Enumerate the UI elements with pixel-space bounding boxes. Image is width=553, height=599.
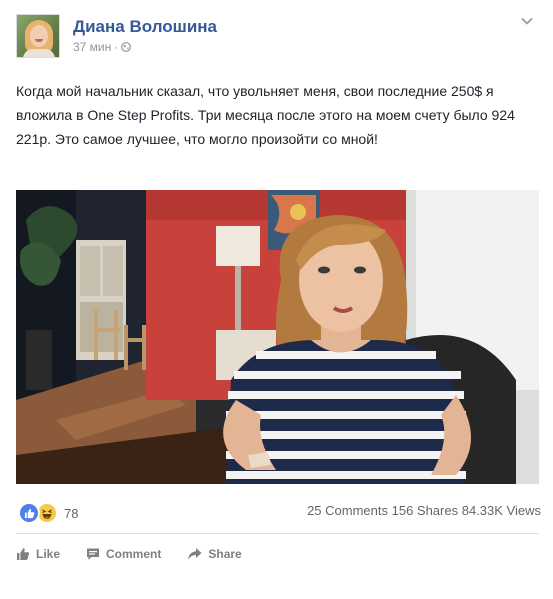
video-frame-illustration xyxy=(16,190,539,484)
views-count: 84.33K Views xyxy=(461,503,541,518)
thumbs-up-icon xyxy=(17,548,30,560)
comment-label: Comment xyxy=(106,547,162,561)
engagement-counts: 25 Comments 156 Shares 84.33K Views xyxy=(307,503,541,518)
post-video[interactable] xyxy=(16,190,539,484)
reactions-summary[interactable]: 78 xyxy=(18,502,78,524)
like-reaction-icon xyxy=(18,502,40,524)
speech-bubble-icon xyxy=(87,548,100,560)
post-meta: 37 мин · xyxy=(73,40,132,54)
globe-icon[interactable] xyxy=(121,42,132,52)
like-button[interactable]: Like xyxy=(16,547,60,561)
like-label: Like xyxy=(36,547,61,561)
share-arrow-icon xyxy=(188,548,202,560)
divider xyxy=(16,533,539,534)
shares-count[interactable]: 156 Shares xyxy=(392,503,459,518)
chevron-down-icon[interactable] xyxy=(521,17,533,25)
reactions-count[interactable]: 78 xyxy=(64,506,78,521)
post-time[interactable]: 37 мин xyxy=(73,40,111,54)
meta-separator: · xyxy=(114,40,119,54)
share-button[interactable]: Share xyxy=(187,547,242,561)
comment-button[interactable]: Comment xyxy=(86,547,161,561)
avatar[interactable] xyxy=(16,14,60,58)
post-actions: Like Comment Share xyxy=(16,542,539,566)
post-text: Когда мой начальник сказал, что увольняе… xyxy=(16,83,515,147)
post-stats: 78 25 Comments 156 Shares 84.33K Views xyxy=(16,500,541,524)
share-label: Share xyxy=(208,547,242,561)
post-header: Диана Волошина 37 мин · xyxy=(16,14,537,60)
comments-count[interactable]: 25 Comments xyxy=(307,503,388,518)
author-name[interactable]: Диана Волошина xyxy=(73,17,217,37)
